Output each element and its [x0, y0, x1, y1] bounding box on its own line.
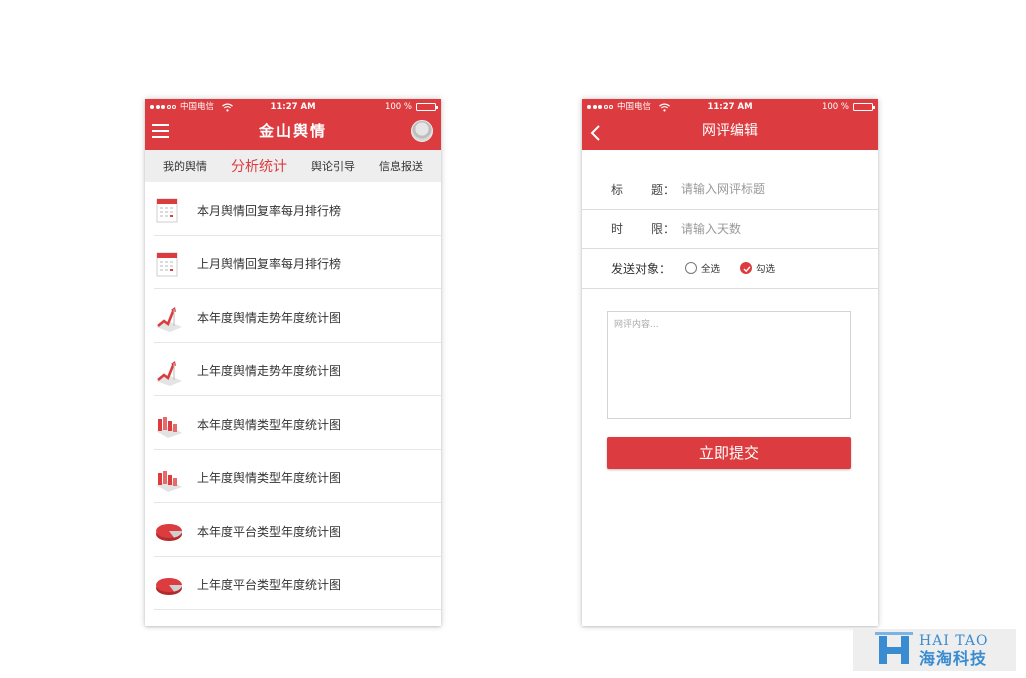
canvas: 中国电信 11:27 AM 100 % 金山舆情 我的舆情 分析统计 舆论引导 … [0, 0, 1026, 678]
status-right: 100 % [384, 99, 438, 115]
list-item[interactable]: 上月舆情回复率每月排行榜 [154, 236, 441, 289]
list-item-label: 上年度舆情走势年度统计图 [197, 364, 342, 379]
nav-bar: 网评编辑 [582, 115, 878, 150]
list-item-label: 本月舆情回复率每月排行榜 [197, 203, 342, 218]
list-item[interactable]: 本年度舆情走势年度统计图 [154, 289, 441, 343]
radio-select-all[interactable]: 全选 [685, 261, 720, 275]
list-item-label: 本年度舆情走势年度统计图 [197, 310, 342, 325]
phone-comment-edit-screen: 中国电信 11:27 AM 100 % 网评编辑 标 题： 请输入网评标题 时 … [582, 99, 878, 626]
list-item[interactable]: 上年度舆情走势年度统计图 [154, 343, 441, 396]
submit-button[interactable]: 立即提交 [607, 436, 851, 469]
title-input[interactable] [681, 182, 851, 197]
app-title: 金山舆情 [258, 122, 327, 140]
phone-analysis-screen: 中国电信 11:27 AM 100 % 金山舆情 我的舆情 分析统计 舆论引导 … [145, 99, 441, 626]
radio-unchecked-icon [685, 262, 698, 275]
title-row: 标 题： [582, 170, 878, 210]
watermark-logo: HAI TAO 海淘科技 [853, 629, 1016, 671]
tab-bar: 我的舆情 分析统计 舆论引导 信息报送 [145, 150, 441, 182]
calendar-icon [154, 195, 184, 225]
status-bar: 中国电信 11:27 AM 100 % [145, 99, 441, 115]
list-item[interactable]: 上年度平台类型年度统计图 [154, 557, 441, 610]
tab-guidance[interactable]: 舆论引导 [311, 158, 355, 174]
watermark-cn: 海淘科技 [919, 648, 988, 668]
pie-chart-icon [154, 516, 184, 546]
radio-label: 勾选 [756, 264, 776, 276]
haitao-logo-icon [875, 632, 913, 668]
radio-label: 全选 [701, 264, 721, 276]
title-label: 标 题： [611, 181, 681, 198]
radio-select-manual[interactable]: 勾选 [740, 261, 775, 275]
pie-chart-icon [154, 570, 184, 600]
page-title: 网评编辑 [702, 123, 758, 139]
target-row: 发送对象： 全选 勾选 [582, 249, 878, 289]
bar-chart-icon [154, 463, 184, 493]
target-label: 发送对象： [611, 261, 672, 276]
trend-chart-icon [154, 356, 184, 386]
nav-bar: 金山舆情 [145, 115, 441, 150]
target-radio-group: 全选 勾选 [685, 261, 775, 275]
calendar-icon [154, 249, 184, 279]
battery-label: 100 % [821, 102, 849, 112]
watermark-text: HAI TAO 海淘科技 [919, 634, 988, 667]
days-input[interactable] [681, 221, 851, 236]
tab-my-sentiment[interactable]: 我的舆情 [163, 158, 207, 174]
limit-label-char: 限： [650, 222, 675, 237]
radio-checked-icon [740, 262, 753, 275]
battery-icon [416, 103, 438, 111]
list-item[interactable]: 本月舆情回复率每月排行榜 [154, 182, 441, 236]
tab-report[interactable]: 信息报送 [379, 158, 423, 174]
list-item[interactable]: 本年度平台类型年度统计图 [154, 503, 441, 557]
title-label-char: 标 [611, 182, 624, 197]
header: 中国电信 11:27 AM 100 % 网评编辑 [582, 99, 878, 150]
header: 中国电信 11:27 AM 100 % 金山舆情 [145, 99, 441, 150]
battery-icon [853, 103, 875, 111]
watermark-en: HAI TAO [919, 632, 989, 649]
report-list: 本月舆情回复率每月排行榜 上月舆情回复率每月排行榜 本年度舆情走势年度统计图 上… [145, 182, 441, 610]
list-item[interactable]: 本年度舆情类型年度统计图 [154, 396, 441, 450]
limit-label-char: 时 [611, 222, 624, 237]
list-item[interactable]: 上年度舆情类型年度统计图 [154, 450, 441, 503]
status-bar: 中国电信 11:27 AM 100 % [582, 99, 878, 115]
trend-chart-icon [154, 302, 184, 333]
battery-label: 100 % [384, 102, 412, 112]
list-item-label: 上年度平台类型年度统计图 [197, 578, 342, 593]
list-item-label: 本年度平台类型年度统计图 [197, 524, 342, 539]
list-item-label: 上月舆情回复率每月排行榜 [197, 257, 342, 272]
content-textarea[interactable] [607, 310, 851, 419]
tab-analysis[interactable]: 分析统计 [231, 156, 287, 176]
limit-row: 时 限： [582, 210, 878, 249]
list-item-label: 上年度舆情类型年度统计图 [197, 471, 342, 486]
limit-label: 时 限： [611, 220, 681, 237]
list-item-label: 本年度舆情类型年度统计图 [197, 417, 342, 432]
comment-form: 标 题： 时 限： 发送对象： 全选 [582, 170, 878, 469]
bar-chart-icon [154, 409, 184, 439]
status-right: 100 % [821, 99, 875, 115]
avatar[interactable] [411, 120, 433, 142]
title-label-char: 题： [650, 182, 675, 197]
